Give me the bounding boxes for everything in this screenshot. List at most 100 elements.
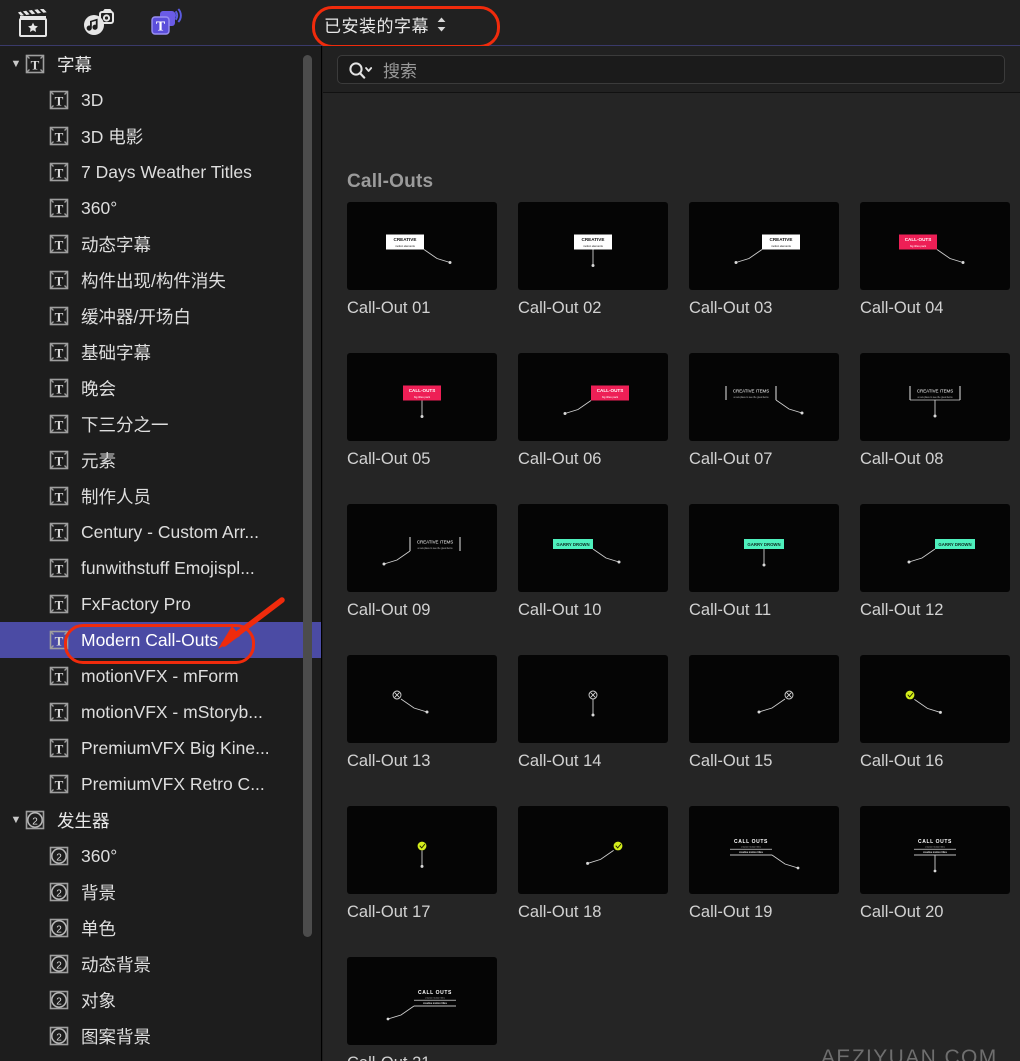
title-thumbnail[interactable]: [518, 655, 668, 743]
sidebar-item-6[interactable]: T 构件出现/构件消失: [0, 262, 321, 298]
title-grid-item[interactable]: GARRY DROWN Call-Out 11: [689, 504, 839, 620]
title-thumbnail[interactable]: [347, 806, 497, 894]
sidebar-item-24[interactable]: 2 单色: [0, 910, 321, 946]
title-thumbnail[interactable]: CALL-OUTS big titles pack: [347, 353, 497, 441]
title-thumbnail[interactable]: CREATIVE motion elements: [689, 202, 839, 290]
title-thumbnail[interactable]: CREATIVE ITEMS a new place to see the gre…: [689, 353, 839, 441]
sidebar-item-12[interactable]: T 制作人员: [0, 478, 321, 514]
svg-text:GARRY DROWN: GARRY DROWN: [938, 542, 971, 547]
title-grid-item[interactable]: CREATIVE ITEMS a new place to see the gre…: [347, 504, 497, 620]
title-grid-item[interactable]: Call-Out 13: [347, 655, 497, 771]
svg-text:T: T: [55, 633, 64, 648]
title-thumbnail[interactable]: CALL OUTS creative motion titles creative …: [347, 957, 497, 1045]
sidebar-item-14[interactable]: Tfunwithstuff Emojispl...: [0, 550, 321, 586]
svg-text:T: T: [55, 381, 64, 396]
title-thumbnail[interactable]: CREATIVE ITEMS a new place to see the gre…: [860, 353, 1010, 441]
title-grid-item[interactable]: CALL OUTS creative motion titles creative …: [347, 957, 497, 1061]
sidebar-item-label: 发生器: [57, 810, 110, 831]
installed-titles-popup-button[interactable]: 已安装的字幕: [318, 11, 453, 38]
search-input-placeholder[interactable]: 搜索: [383, 57, 417, 82]
sidebar-item-9[interactable]: T 晚会: [0, 370, 321, 406]
title-thumbnail[interactable]: CALL OUTS creative motion titles creative …: [860, 806, 1010, 894]
sidebar-item-2[interactable]: T 3D 电影: [0, 118, 321, 154]
title-grid-item[interactable]: CALL OUTS creative motion titles creative …: [860, 806, 1010, 922]
sidebar-item-10[interactable]: T 下三分之一: [0, 406, 321, 442]
sidebar-item-21[interactable]: ▼ 2 发生器: [0, 802, 321, 838]
sidebar-item-label: 背景: [81, 882, 116, 903]
svg-text:2: 2: [56, 961, 62, 972]
title-thumbnail[interactable]: CALL OUTS creative motion titles creative …: [689, 806, 839, 894]
sidebar-item-5[interactable]: T 动态字幕: [0, 226, 321, 262]
title-thumbnail[interactable]: [518, 806, 668, 894]
svg-text:creative motion titles: creative motion titles: [425, 997, 446, 1000]
title-thumbnail[interactable]: GARRY DROWN: [860, 504, 1010, 592]
title-grid-item[interactable]: CREATIVE motion elements Call-Out 02: [518, 202, 668, 318]
title-grid-item[interactable]: CREATIVE ITEMS a new place to see the gre…: [689, 353, 839, 469]
sidebar-item-17[interactable]: TmotionVFX - mForm: [0, 658, 321, 694]
title-grid-item[interactable]: Call-Out 16: [860, 655, 1010, 771]
title-grid-item[interactable]: CREATIVE motion elements Call-Out 01: [347, 202, 497, 318]
svg-text:big titles pack: big titles pack: [602, 395, 619, 399]
title-thumbnail[interactable]: CREATIVE motion elements: [518, 202, 668, 290]
title-item-label: Call-Out 14: [518, 752, 602, 770]
search-icon[interactable]: [348, 61, 374, 79]
sidebar-item-27[interactable]: 2 图案背景: [0, 1018, 321, 1054]
title-thumbnail[interactable]: GARRY DROWN: [518, 504, 668, 592]
sidebar-item-25[interactable]: 2 动态背景: [0, 946, 321, 982]
sidebar-item-19[interactable]: T PremiumVFX Big Kine...: [0, 730, 321, 766]
disclosure-triangle-icon[interactable]: ▼: [8, 814, 24, 826]
title-grid-item[interactable]: Call-Out 17: [347, 806, 497, 922]
sidebar-item-0[interactable]: ▼ T 字幕: [0, 46, 321, 82]
sidebar-item-23[interactable]: 2 背景: [0, 874, 321, 910]
svg-text:motion elements: motion elements: [395, 244, 415, 248]
svg-text:CALL-OUTS: CALL-OUTS: [597, 388, 624, 393]
title-grid-item[interactable]: Call-Out 18: [518, 806, 668, 922]
svg-text:a new place to see the great i: a new place to see the great items: [418, 547, 454, 550]
sidebar-item-22[interactable]: 2 360°: [0, 838, 321, 874]
titles-and-generators-icon[interactable]: T: [146, 4, 184, 42]
music-and-photos-icon[interactable]: [80, 4, 118, 42]
sidebar-item-20[interactable]: T PremiumVFX Retro C...: [0, 766, 321, 802]
sidebar-item-7[interactable]: T 缓冲器/开场白: [0, 298, 321, 334]
title-thumbnail[interactable]: CALL-OUTS big titles pack: [518, 353, 668, 441]
title-thumbnail[interactable]: [860, 655, 1010, 743]
title-grid-item[interactable]: CREATIVE ITEMS a new place to see the gre…: [860, 353, 1010, 469]
sidebar-item-3[interactable]: T 7 Days Weather Titles: [0, 154, 321, 190]
sidebar-item-16[interactable]: T Modern Call-Outs: [0, 622, 321, 658]
sidebar-item-18[interactable]: TmotionVFX - mStoryb...: [0, 694, 321, 730]
disclosure-triangle-icon[interactable]: ▼: [8, 58, 24, 70]
title-grid-item[interactable]: CALL-OUTS big titles pack Call-Out 06: [518, 353, 668, 469]
title-grid-item[interactable]: Call-Out 15: [689, 655, 839, 771]
title-grid-item[interactable]: GARRY DROWN Call-Out 12: [860, 504, 1010, 620]
title-grid-item[interactable]: CREATIVE motion elements Call-Out 03: [689, 202, 839, 318]
title-T-icon: T: [48, 305, 70, 327]
sidebar-item-15[interactable]: T FxFactory Pro: [0, 586, 321, 622]
sidebar-item-4[interactable]: T 360°: [0, 190, 321, 226]
categories-sidebar[interactable]: ▼ T 字幕 T 3D T 3D 电影 T 7 Days Weather Titles T 360°…: [0, 46, 322, 1061]
title-thumbnail[interactable]: [689, 655, 839, 743]
sidebar-item-26[interactable]: 2 对象: [0, 982, 321, 1018]
sidebar-item-11[interactable]: T 元素: [0, 442, 321, 478]
sidebar-item-13[interactable]: T Century - Custom Arr...: [0, 514, 321, 550]
sidebar-item-8[interactable]: T 基础字幕: [0, 334, 321, 370]
title-thumbnail[interactable]: CREATIVE motion elements: [347, 202, 497, 290]
search-field[interactable]: 搜索: [337, 55, 1005, 84]
title-T-icon: T: [48, 161, 70, 183]
title-grid-item[interactable]: CALL-OUTS big titles pack Call-Out 04: [860, 202, 1010, 318]
title-thumbnail[interactable]: CALL-OUTS big titles pack: [860, 202, 1010, 290]
title-grid-item[interactable]: GARRY DROWN Call-Out 10: [518, 504, 668, 620]
svg-text:2: 2: [56, 1033, 62, 1044]
title-thumbnail[interactable]: GARRY DROWN: [689, 504, 839, 592]
effects-clapperboard-icon[interactable]: [14, 4, 52, 42]
title-grid-item[interactable]: Call-Out 14: [518, 655, 668, 771]
title-thumbnail[interactable]: [347, 655, 497, 743]
sidebar-scrollbar[interactable]: [303, 55, 312, 937]
title-item-label: Call-Out 04: [860, 299, 944, 317]
svg-text:creative motion titles: creative motion titles: [741, 846, 762, 849]
title-item-label: Call-Out 02: [518, 299, 602, 317]
sidebar-item-1[interactable]: T 3D: [0, 82, 321, 118]
title-thumbnail[interactable]: CREATIVE ITEMS a new place to see the gre…: [347, 504, 497, 592]
sidebar-item-label: Century - Custom Arr...: [81, 521, 259, 542]
title-grid-item[interactable]: CALL OUTS creative motion titles creative …: [689, 806, 839, 922]
title-grid-item[interactable]: CALL-OUTS big titles pack Call-Out 05: [347, 353, 497, 469]
